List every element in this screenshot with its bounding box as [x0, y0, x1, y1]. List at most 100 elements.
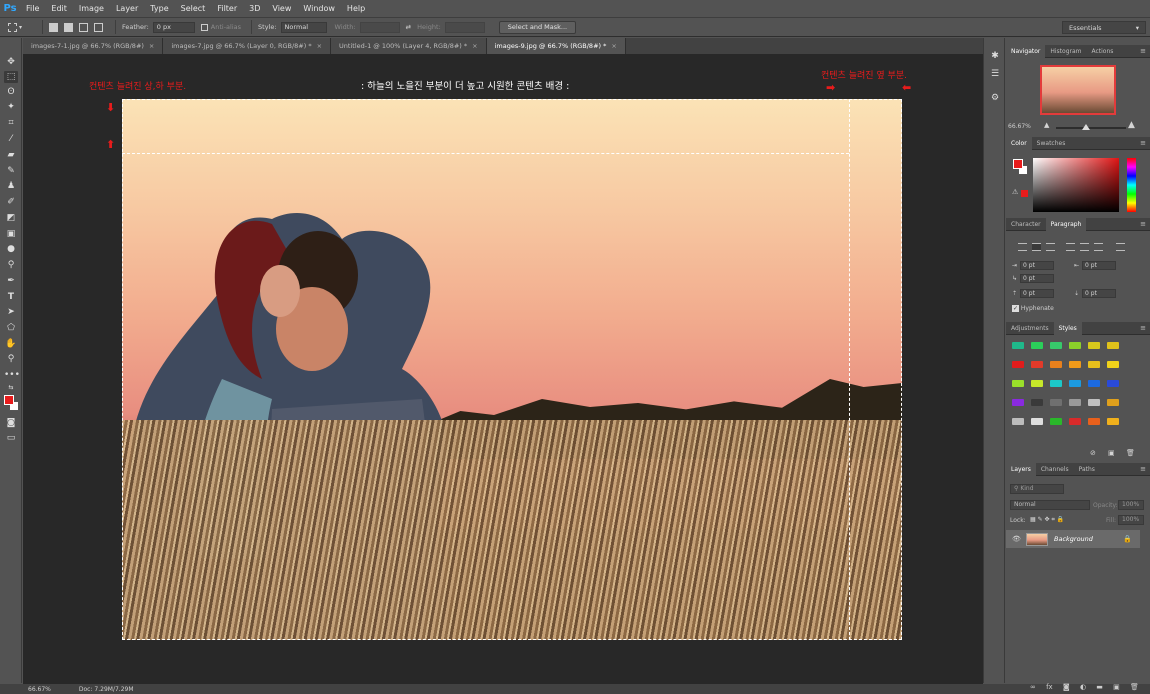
hyphenate-checkbox[interactable]: ✓ [1012, 305, 1019, 312]
eraser-tool-icon[interactable]: ◩ [4, 212, 18, 224]
gamut-warning-icon[interactable]: ⚠ [1012, 188, 1018, 196]
gear-icon[interactable]: ⚙ [989, 92, 1001, 104]
tab-layers[interactable]: Layers [1006, 462, 1036, 476]
menu-type[interactable]: Type [144, 0, 174, 17]
screen-mode-icon[interactable]: ▭ [4, 432, 18, 444]
close-icon[interactable]: × [611, 42, 616, 50]
tab-actions[interactable]: Actions [1086, 45, 1118, 58]
menu-select[interactable]: Select [175, 0, 212, 17]
panel-menu-icon[interactable]: ≡ [1140, 45, 1146, 58]
folder-icon[interactable]: ▬ [1096, 683, 1103, 691]
tab-character[interactable]: Character [1006, 218, 1046, 231]
more-tools-icon[interactable]: ••• [4, 369, 20, 381]
style-preset-chip[interactable] [1107, 361, 1119, 368]
workspace-select[interactable]: Essentials ▾ [1062, 21, 1146, 34]
mask-icon[interactable]: ◙ [1063, 683, 1070, 691]
zoom-out-icon[interactable]: ▲ [1044, 121, 1049, 129]
color-picker-field[interactable] [1033, 158, 1119, 212]
history-brush-tool-icon[interactable]: ✐ [4, 196, 18, 208]
slider-knob-icon[interactable] [1082, 124, 1090, 130]
crop-tool-icon[interactable]: ⌗ [4, 117, 18, 129]
justify-left-icon[interactable] [1066, 243, 1075, 251]
zoom-level[interactable]: 66.67% [28, 686, 51, 693]
lock-icon[interactable]: 🔒 [1123, 535, 1132, 543]
tab-styles[interactable]: Styles [1053, 321, 1082, 335]
path-selection-tool-icon[interactable]: ➤ [4, 306, 18, 318]
align-right-icon[interactable] [1046, 243, 1055, 251]
style-preset-chip[interactable] [1088, 342, 1100, 349]
lasso-tool-icon[interactable]: ʘ [4, 86, 18, 98]
link-icon[interactable]: ∞ [1030, 683, 1036, 691]
swap-icon[interactable]: ⇄ [406, 23, 411, 31]
layer-background[interactable]: 👁 Background 🔒 [1006, 530, 1140, 548]
style-preset-chip[interactable] [1031, 342, 1043, 349]
style-preset-chip[interactable] [1012, 418, 1024, 425]
close-icon[interactable]: × [149, 42, 154, 50]
tab-images-7[interactable]: images-7.jpg @ 66.7% (Layer 0, RGB/8#) *… [163, 38, 332, 54]
style-preset-chip[interactable] [1050, 399, 1062, 406]
style-preset-chip[interactable] [1088, 418, 1100, 425]
eye-icon[interactable]: 👁 [1012, 535, 1021, 543]
tab-channels[interactable]: Channels [1036, 463, 1074, 476]
justify-all-icon[interactable] [1116, 243, 1125, 251]
style-preset-chip[interactable] [1069, 380, 1081, 387]
new-layer-icon[interactable]: ▣ [1113, 683, 1120, 691]
navigator-zoom-slider[interactable] [1056, 127, 1126, 129]
style-preset-chip[interactable] [1088, 399, 1100, 406]
justify-center-icon[interactable] [1080, 243, 1089, 251]
trash-icon[interactable]: 🗑 [1130, 683, 1139, 691]
shape-tool-icon[interactable]: ⬠ [4, 322, 18, 334]
antialias-checkbox[interactable] [200, 23, 208, 31]
gamut-swatch[interactable] [1021, 190, 1028, 197]
close-icon[interactable]: × [472, 42, 477, 50]
tab-swatches[interactable]: Swatches [1032, 137, 1071, 150]
select-and-mask-button[interactable]: Select and Mask... [498, 20, 577, 34]
style-preset-chip[interactable] [1031, 361, 1043, 368]
document-image[interactable] [122, 99, 902, 640]
indent-left-input[interactable]: 0 pt [1020, 261, 1055, 270]
gradient-tool-icon[interactable]: ▣ [4, 228, 18, 240]
style-preset-chip[interactable] [1069, 399, 1081, 406]
style-preset-chip[interactable] [1050, 342, 1062, 349]
style-preset-chip[interactable] [1012, 342, 1024, 349]
foreground-color-swatch[interactable] [4, 395, 14, 405]
type-tool-icon[interactable]: T [4, 291, 18, 303]
tab-untitled-1[interactable]: Untitled-1 @ 100% (Layer 4, RGB/8#) * × [331, 38, 487, 54]
menu-edit[interactable]: Edit [45, 0, 73, 17]
menu-layer[interactable]: Layer [110, 0, 144, 17]
style-preset-chip[interactable] [1050, 418, 1062, 425]
swap-colors-icon[interactable]: ⇆ [4, 382, 18, 394]
style-preset-chip[interactable] [1069, 418, 1081, 425]
brush-tool-icon[interactable]: ✎ [4, 165, 18, 177]
style-preset-chip[interactable] [1012, 380, 1024, 387]
style-preset-chip[interactable] [1031, 418, 1043, 425]
space-before-input[interactable]: 0 pt [1020, 289, 1055, 298]
style-preset-chip[interactable] [1107, 418, 1119, 425]
space-after-input[interactable]: 0 pt [1082, 289, 1117, 298]
style-preset-chip[interactable] [1088, 380, 1100, 387]
width-input[interactable] [359, 21, 400, 33]
justify-right-icon[interactable] [1094, 243, 1103, 251]
style-preset-chip[interactable] [1031, 399, 1043, 406]
new-selection-icon[interactable] [49, 22, 58, 32]
style-preset-chip[interactable] [1050, 380, 1062, 387]
tab-adjustments[interactable]: Adjustments [1006, 322, 1054, 335]
height-input[interactable] [444, 21, 485, 33]
intersect-selection-icon[interactable] [94, 22, 103, 32]
navigator-zoom[interactable]: 66.67% [1008, 123, 1031, 130]
healing-brush-tool-icon[interactable]: ▰ [4, 149, 18, 161]
menu-view[interactable]: View [266, 0, 297, 17]
layer-filter-kind[interactable]: ⚲ Kind [1010, 484, 1064, 494]
menu-window[interactable]: Window [297, 0, 341, 17]
marquee-tool-icon[interactable]: ⬚ [4, 71, 18, 83]
style-preset-chip[interactable] [1107, 380, 1119, 387]
clear-style-icon[interactable]: ⊘ [1090, 449, 1096, 457]
lock-pixels-icon[interactable]: ▦ ✎ ✥ ⌗ 🔒 [1030, 516, 1064, 524]
subtract-selection-icon[interactable] [79, 22, 88, 32]
style-preset-chip[interactable] [1107, 342, 1119, 349]
new-style-icon[interactable]: ▣ [1108, 449, 1115, 457]
menu-3d[interactable]: 3D [243, 0, 266, 17]
zoom-tool-icon[interactable]: ⚲ [4, 353, 18, 365]
indent-right-input[interactable]: 0 pt [1082, 261, 1117, 270]
style-preset-chip[interactable] [1088, 361, 1100, 368]
